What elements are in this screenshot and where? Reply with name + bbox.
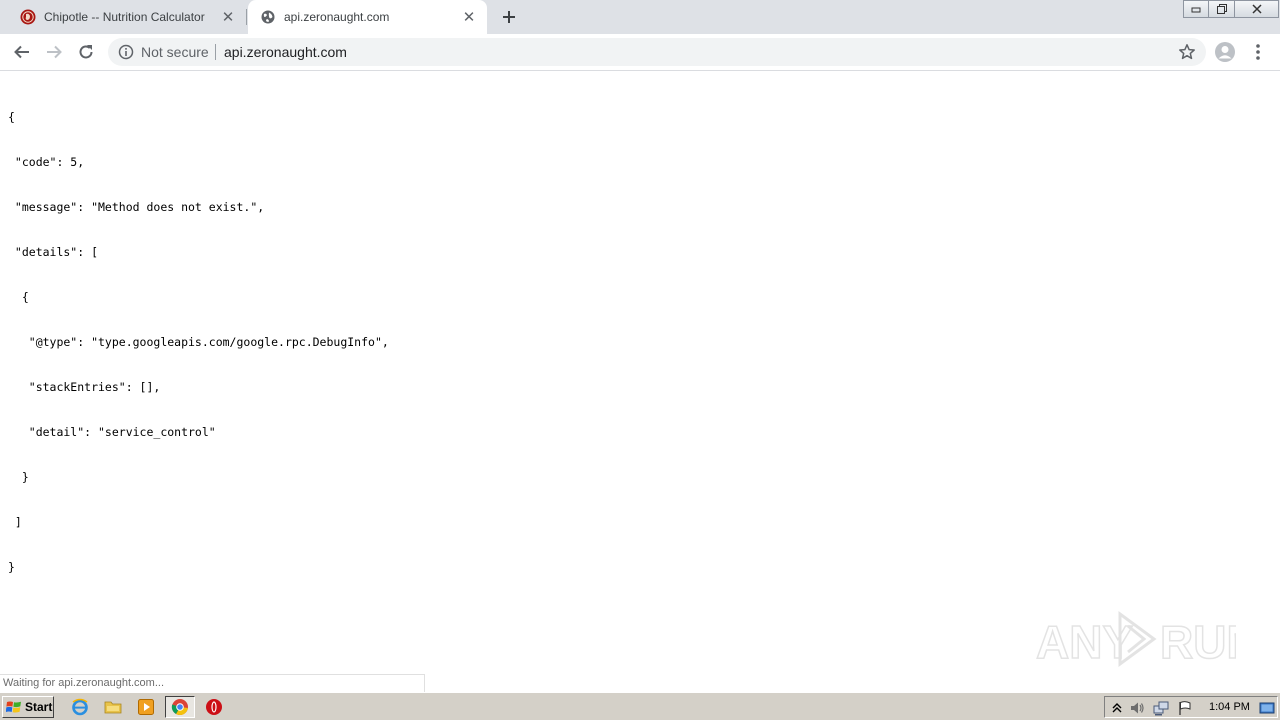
kebab-menu-icon[interactable] (1250, 42, 1266, 62)
forward-button[interactable] (42, 40, 66, 64)
tab-chipotle[interactable]: Chipotle -- Nutrition Calculator ✕ (8, 0, 246, 34)
info-icon[interactable] (118, 44, 134, 60)
globe-icon (261, 10, 275, 24)
chipotle-logo-icon (20, 9, 36, 25)
taskbar-media-player[interactable] (134, 696, 158, 718)
tab-strip: Chipotle -- Nutrition Calculator ✕ api.z… (0, 0, 1280, 34)
network-icon[interactable] (1153, 700, 1169, 716)
security-status[interactable]: Not secure (141, 44, 209, 60)
json-line: } (8, 470, 29, 484)
json-line: "code": 5, (8, 155, 85, 169)
folder-icon (104, 701, 122, 714)
minimize-button[interactable] (1183, 0, 1209, 18)
json-response: { "code": 5, "message": "Method does not… (8, 80, 389, 605)
restore-icon (1216, 4, 1227, 14)
json-line: { (8, 110, 15, 124)
browser-toolbar: Not secure api.zeronaught.com (0, 34, 1280, 71)
tab-api-zeronaught[interactable]: api.zeronaught.com ✕ (248, 0, 487, 34)
star-icon[interactable] (1178, 43, 1196, 61)
json-line: "message": "Method does not exist.", (8, 200, 265, 214)
json-line: "details": [ (8, 245, 99, 259)
reload-icon (79, 45, 93, 59)
restore-button[interactable] (1209, 0, 1235, 18)
status-bar: Waiting for api.zeronaught.com... (0, 674, 425, 692)
json-line: "@type": "type.googleapis.com/google.rpc… (8, 335, 389, 349)
page-content: { "code": 5, "message": "Method does not… (0, 72, 1280, 692)
windows-taskbar: Start 1:04 PM (0, 692, 1280, 720)
volume-icon[interactable] (1129, 700, 1145, 716)
close-tab-icon[interactable]: ✕ (461, 9, 477, 25)
start-button[interactable]: Start (2, 696, 54, 718)
json-line: { (8, 290, 29, 304)
window-controls (1183, 0, 1279, 18)
new-tab-button[interactable] (497, 5, 521, 29)
status-text: Waiting for api.zeronaught.com... (3, 677, 165, 689)
taskbar-internet-explorer[interactable] (68, 696, 92, 718)
minimize-icon (1191, 7, 1201, 13)
arrow-left-icon (14, 45, 29, 59)
json-line: "detail": "service_control" (8, 425, 216, 439)
tab-divider (246, 9, 247, 25)
tab-title: api.zeronaught.com (284, 10, 390, 24)
json-line: "stackEntries": [], (8, 380, 161, 394)
action-center-flag-icon[interactable] (1177, 700, 1193, 716)
tab-title: Chipotle -- Nutrition Calculator (44, 10, 205, 24)
taskbar-opera[interactable] (202, 696, 226, 718)
close-window-button[interactable] (1235, 0, 1279, 18)
close-tab-icon[interactable]: ✕ (220, 9, 236, 25)
taskbar-file-explorer[interactable] (101, 696, 125, 718)
media-player-icon (138, 699, 154, 715)
svg-text:RUN: RUN (1160, 616, 1236, 668)
system-tray: 1:04 PM (1104, 696, 1278, 718)
close-icon (1251, 4, 1262, 14)
profile-avatar-icon[interactable] (1215, 42, 1235, 62)
taskbar-clock[interactable]: 1:04 PM (1209, 701, 1250, 713)
taskbar-chrome[interactable] (165, 696, 195, 718)
internet-explorer-icon (72, 698, 88, 716)
address-bar[interactable]: Not secure api.zeronaught.com (108, 38, 1206, 66)
plus-icon (503, 11, 515, 23)
url-text[interactable]: api.zeronaught.com (224, 44, 347, 60)
back-button[interactable] (10, 40, 34, 64)
json-line: } (8, 560, 15, 574)
reload-button[interactable] (74, 40, 98, 64)
opera-icon (206, 699, 222, 715)
start-label: Start (25, 700, 53, 714)
omnibox-divider (215, 44, 216, 60)
chrome-icon (171, 699, 188, 716)
show-desktop-icon[interactable] (1259, 700, 1275, 716)
anyrun-watermark-logo: ANY RUN (1036, 611, 1236, 669)
chevron-up-icon[interactable] (1109, 700, 1125, 716)
arrow-right-icon (47, 45, 62, 59)
json-line: ] (8, 515, 22, 529)
windows-logo-icon (6, 701, 21, 713)
